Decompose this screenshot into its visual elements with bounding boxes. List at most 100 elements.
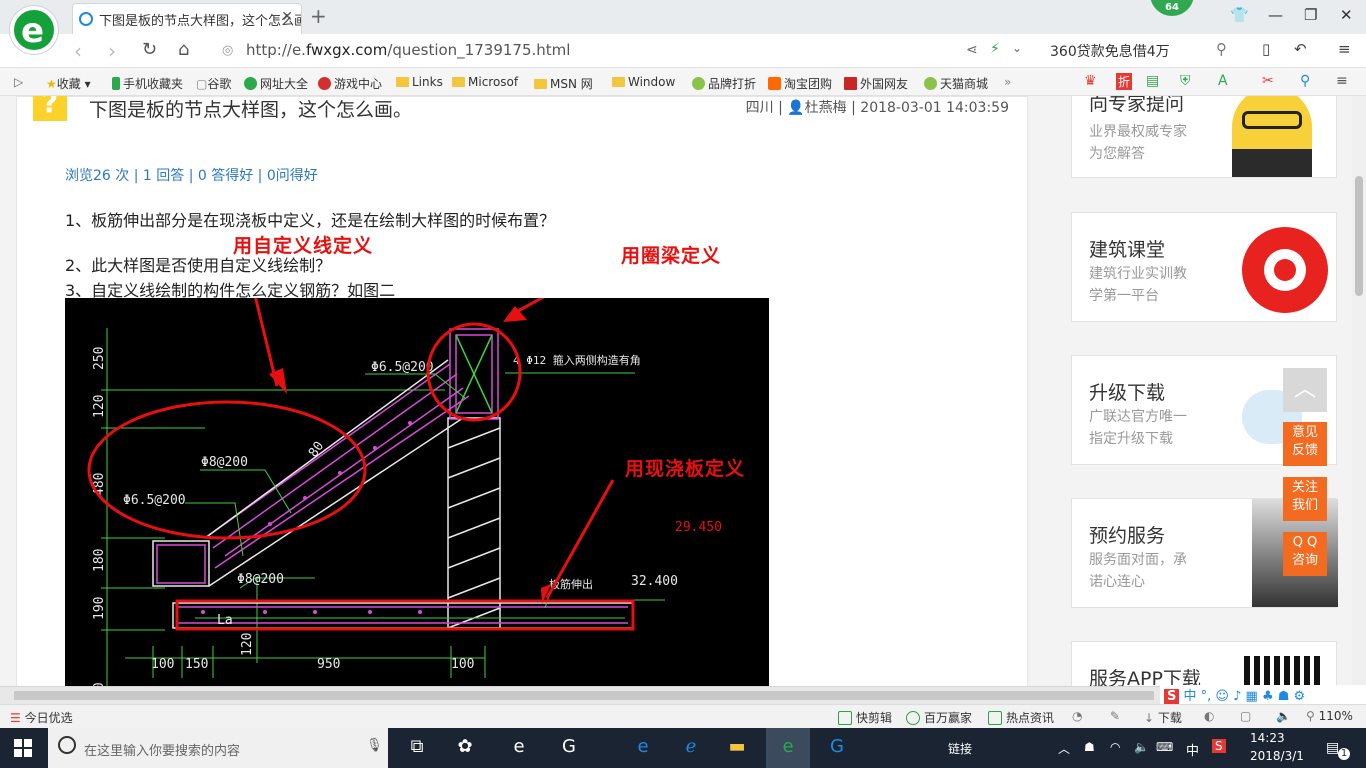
card-title: 建筑课堂 [1089,239,1166,261]
zoom-level[interactable]: ⚲ 110% [1306,709,1353,723]
dim-250: 250 [92,347,107,370]
hscroll-thumb[interactable] [14,691,1154,700]
ext-discount-icon[interactable]: 折 [1116,73,1133,90]
app-g-icon[interactable]: G [556,736,582,760]
back-icon[interactable]: ‹ [74,39,82,63]
clock-time[interactable]: 14:23 [1250,731,1285,745]
shirt-icon[interactable]: 👕 [1230,6,1249,24]
bookmark-favorites[interactable]: ★收藏 ▾ [46,75,91,92]
speed-icon[interactable]: ◔ [1072,709,1082,723]
sogou-icon[interactable]: S [1212,739,1226,753]
bookmark-mobile[interactable]: 手机收藏夹 [112,75,183,92]
ext-trophy-icon[interactable]: ♛ [1084,73,1097,89]
question-icon: ? [33,96,67,121]
bookmark-microsoft[interactable]: Microsof [452,75,518,89]
browser-logo[interactable]: e [10,6,58,54]
taskbar: 在这里输入你要搜索的内容 🎙 ⧉ ✿ e G e ℯ ▬ e G 链接 ︿ ☗ … [0,728,1366,768]
bookmark-msn[interactable]: MSN 网 [534,75,593,92]
notification-badge[interactable]: 64 [1150,0,1194,16]
keyboard-icon[interactable]: ⌨ [1156,740,1173,754]
bookmark-foreign[interactable]: 外国网友 [844,75,908,92]
sidebar-card-expert[interactable]: 向专家提问 业界最权威专家 为您解答 [1071,96,1337,178]
bookmark-games[interactable]: 游戏中心 [318,75,382,92]
chevron-down-icon[interactable]: ⌄ [1012,41,1022,55]
minimize-button[interactable]: — [1268,6,1283,24]
browser-360-taskbar-icon[interactable]: e [766,728,810,768]
bookmark-tmall[interactable]: 天猫商城 [924,75,988,92]
ext-shield-icon[interactable]: ⛨ [1180,73,1191,89]
ie-taskbar-icon[interactable]: ℯ [678,736,704,760]
refresh-icon[interactable]: ↻ [142,39,157,60]
back-to-top-button[interactable]: ︿ [1283,368,1327,412]
sidebar-card-app[interactable]: 服务APP下载 [1071,641,1337,686]
phone-icon[interactable]: ▯ [1262,40,1270,58]
today-picks[interactable]: ☰ 今日优选 [10,709,73,726]
menu-icon[interactable]: ≡ [1338,40,1351,58]
bookmark-brand[interactable]: 品牌打折 [692,75,756,92]
home-icon[interactable]: ⌂ [178,39,189,60]
wifi-icon[interactable]: ◠ [1110,740,1120,754]
bookmark-windows[interactable]: Window [612,75,675,89]
status-item-winner[interactable]: 百万赢家 [906,709,972,726]
ext-menu-icon[interactable]: ≡ [1336,73,1348,89]
notification-count-badge: 1 [1338,748,1350,760]
browser-tab[interactable]: 下图是板的节点大样图，这个怎么画 ✕ [72,3,302,34]
task-view-icon[interactable]: ⧉ [404,736,430,760]
new-tab-button[interactable]: + [310,4,327,28]
mic-icon[interactable]: 🎙 [366,738,383,753]
ext-book-icon[interactable]: ▤ [1146,73,1159,89]
bookmark-google[interactable]: ▢谷歌 [196,75,231,92]
windows-start-icon[interactable] [14,739,32,757]
speaker-icon[interactable]: 🔈 [1134,740,1149,754]
feedback-button[interactable]: 意见 反馈 [1283,422,1327,466]
links-toolbar[interactable]: 链接 [948,740,972,757]
status-item-news[interactable]: 热点资讯 [988,709,1054,726]
ime-indicator[interactable]: 中 [1186,740,1199,759]
volume-icon[interactable]: 🔈 [1276,709,1291,723]
dim-180: 180 [92,549,107,572]
undo-icon[interactable]: ↶ [1294,40,1307,58]
restore-button[interactable]: ❐ [1304,6,1317,24]
tray-person-icon[interactable]: ☗ [1084,740,1095,754]
sidebar-card-classroom[interactable]: 建筑课堂 建筑行业实训教 学第一平台 [1071,212,1337,322]
download-button[interactable]: ↓ 下载 [1144,709,1182,726]
scroll-thumb[interactable] [1355,176,1363,296]
ime-toolbar[interactable]: S 中 °, ☺ ♪ ▦ ♣ ☗ ⚙ [1160,685,1366,705]
share-icon[interactable]: ⋖ [966,42,978,58]
user-icon: 👤 [787,100,805,116]
url-field[interactable]: http://e.fwxgx.com/question_1739175.html [246,41,570,59]
edge-icon[interactable]: e [506,736,532,760]
pinwheel-app-icon[interactable]: ✿ [452,736,478,760]
status-item-editor[interactable]: 快剪辑 [838,709,892,726]
ext-scissors-icon[interactable]: ✂ [1262,73,1274,89]
qq-consult-button[interactable]: Q Q 咨询 [1283,532,1327,576]
bookmark-portal[interactable]: 网址大全 [244,75,308,92]
search-icon[interactable]: ⚲ [1216,40,1227,58]
tray-chevron-icon[interactable]: ︿ [1058,740,1070,757]
pin-icon[interactable]: ✎ [1110,709,1120,723]
ext-translate-icon[interactable]: A [1218,73,1228,89]
taskbar-search[interactable]: 在这里输入你要搜索的内容 🎙 [48,728,388,768]
author-link[interactable]: 杜燕梅 [805,100,847,116]
browser-icon[interactable]: ◐ [1204,709,1214,723]
ext-search-icon[interactable]: ⚲ [1300,73,1310,89]
edge-blue-icon[interactable]: e [630,736,656,760]
lightning-icon[interactable]: ⚡ [990,41,1000,57]
search-box[interactable]: 360贷款免息借4万 [1050,41,1170,61]
bookmark-links[interactable]: Links [396,75,443,89]
glodon-icon[interactable]: G [824,736,850,760]
clock-date[interactable]: 2018/3/1 [1250,749,1304,763]
explorer-icon[interactable]: ▬ [724,736,750,760]
window-icon[interactable]: ▢ [1240,709,1251,723]
sidebar-toggle-icon[interactable]: ▷ [14,75,23,89]
vertical-scrollbar[interactable] [1352,96,1366,686]
bookmark-taobao[interactable]: 淘宝团购 [768,75,832,92]
tab-close-icon[interactable]: ✕ [281,9,293,25]
follow-us-button[interactable]: 关注 我们 [1283,477,1327,521]
cad-drawing-image[interactable]: 250 120 480 180 190 80 120 80 Φ6.5@200 Φ… [65,298,769,686]
more-bookmarks-icon[interactable]: » [1004,75,1011,89]
horizontal-scrollbar[interactable]: S 中 °, ☺ ♪ ▦ ♣ ☗ ⚙ [0,685,1366,705]
security-icon[interactable]: ◎ [222,43,233,58]
forward-icon[interactable]: › [108,39,116,63]
close-window-button[interactable]: ✕ [1340,6,1353,24]
